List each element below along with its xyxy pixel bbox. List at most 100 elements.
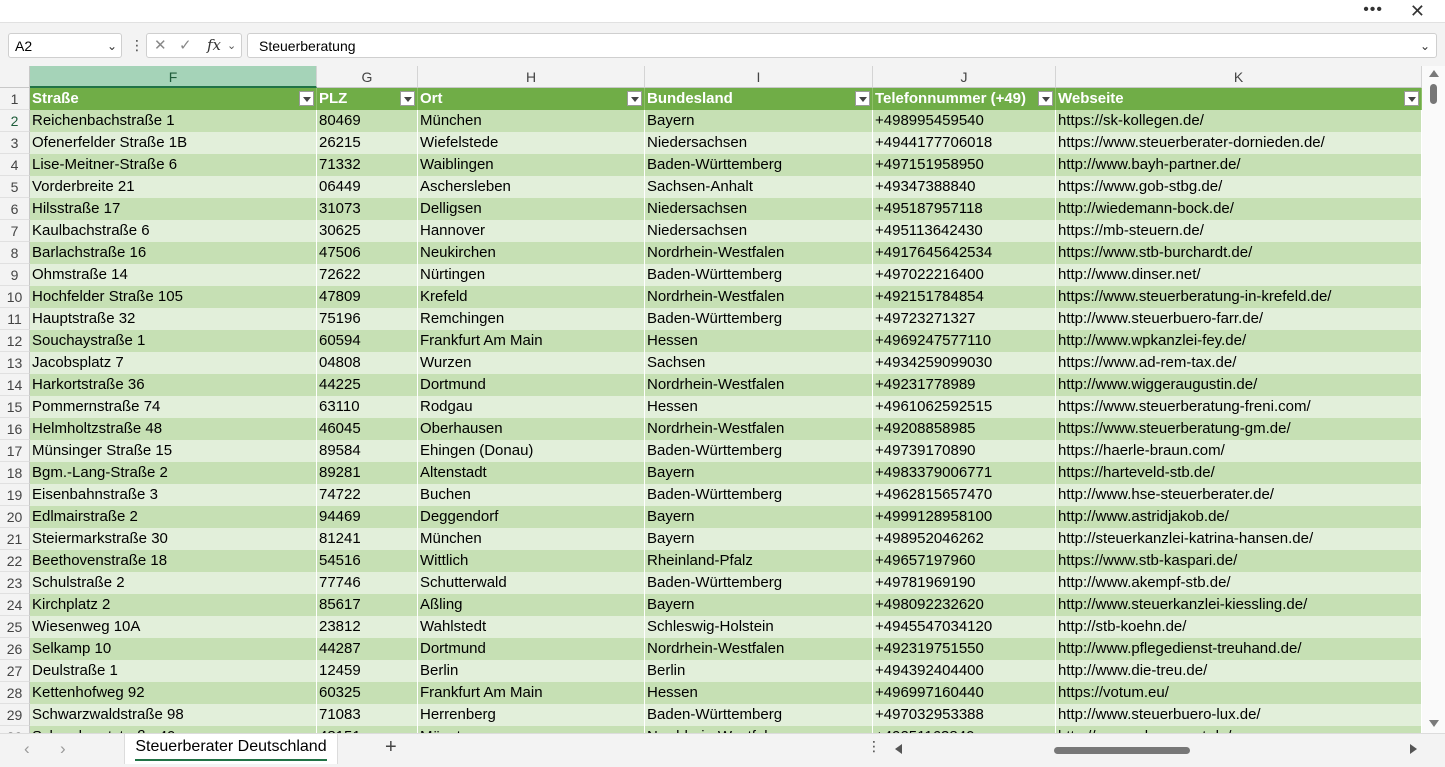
table-cell[interactable]: 23812 (317, 616, 418, 638)
table-cell[interactable]: 94469 (317, 506, 418, 528)
table-cell[interactable]: 71332 (317, 154, 418, 176)
table-cell[interactable]: Schutterwald (418, 572, 645, 594)
table-cell[interactable]: +498952046262 (873, 528, 1056, 550)
table-cell[interactable]: +4962815657470 (873, 484, 1056, 506)
table-cell[interactable]: Altenstadt (418, 462, 645, 484)
table-cell[interactable]: Nordrhein-Westfalen (645, 242, 873, 264)
table-cell[interactable]: +49739170890 (873, 440, 1056, 462)
table-cell[interactable]: http://www.dinser.net/ (1056, 264, 1422, 286)
filter-dropdown-icon[interactable] (299, 91, 314, 106)
table-cell[interactable]: Delligsen (418, 198, 645, 220)
column-header-k[interactable]: K (1056, 66, 1422, 88)
table-cell[interactable]: http://www.steuerkanzlei-kiessling.de/ (1056, 594, 1422, 616)
table-cell[interactable]: +49781969190 (873, 572, 1056, 594)
table-cell[interactable]: 26215 (317, 132, 418, 154)
table-cell[interactable]: Neukirchen (418, 242, 645, 264)
table-cell[interactable]: 85617 (317, 594, 418, 616)
table-cell[interactable]: Barlachstraße 16 (30, 242, 317, 264)
table-cell[interactable]: 72622 (317, 264, 418, 286)
scroll-down-icon[interactable] (1429, 720, 1439, 727)
table-cell[interactable]: Baden-Württemberg (645, 264, 873, 286)
table-cell[interactable]: Herrenberg (418, 704, 645, 726)
table-cell[interactable]: Nordrhein-Westfalen (645, 374, 873, 396)
table-cell[interactable]: 04808 (317, 352, 418, 374)
table-cell[interactable]: 46045 (317, 418, 418, 440)
table-cell[interactable]: Eisenbahnstraße 3 (30, 484, 317, 506)
table-cell[interactable]: Vorderbreite 21 (30, 176, 317, 198)
filter-dropdown-icon[interactable] (400, 91, 415, 106)
row-header[interactable]: 11 (0, 308, 30, 330)
table-cell[interactable]: Ofenerfelder Straße 1B (30, 132, 317, 154)
row-header[interactable]: 21 (0, 528, 30, 550)
table-cell[interactable]: Waiblingen (418, 154, 645, 176)
table-cell[interactable]: +497151958950 (873, 154, 1056, 176)
table-cell[interactable]: Schamhorststraße 40 (30, 726, 317, 733)
table-cell[interactable]: 89584 (317, 440, 418, 462)
close-icon[interactable]: ✕ (1410, 0, 1425, 22)
table-cell[interactable]: Remchingen (418, 308, 645, 330)
table-cell[interactable]: http://www.wiggeraugustin.de/ (1056, 374, 1422, 396)
table-cell[interactable]: 71083 (317, 704, 418, 726)
table-cell[interactable]: +494392404400 (873, 660, 1056, 682)
table-cell[interactable]: Deulstraße 1 (30, 660, 317, 682)
table-cell[interactable]: +492151784854 (873, 286, 1056, 308)
table-cell[interactable]: Ohmstraße 14 (30, 264, 317, 286)
table-cell[interactable]: Edlmairstraße 2 (30, 506, 317, 528)
table-cell[interactable]: Bayern (645, 110, 873, 132)
table-cell[interactable]: Harkortstraße 36 (30, 374, 317, 396)
table-cell[interactable]: Baden-Württemberg (645, 440, 873, 462)
table-cell[interactable]: Helmholtzstraße 48 (30, 418, 317, 440)
table-cell[interactable]: +492319751550 (873, 638, 1056, 660)
table-cell[interactable]: Bayern (645, 528, 873, 550)
table-cell[interactable]: Selkamp 10 (30, 638, 317, 660)
table-cell[interactable]: +497032953388 (873, 704, 1056, 726)
table-cell[interactable]: Oberhausen (418, 418, 645, 440)
table-cell[interactable]: 74722 (317, 484, 418, 506)
row-header[interactable]: 29 (0, 704, 30, 726)
table-cell[interactable]: +49723271327 (873, 308, 1056, 330)
header-cell[interactable]: Ort (418, 88, 645, 110)
table-cell[interactable]: https://www.stb-burchardt.de/ (1056, 242, 1422, 264)
cancel-icon[interactable]: ✕ (154, 36, 167, 54)
table-cell[interactable]: http://steuerkanzlei-katrina-hansen.de/ (1056, 528, 1422, 550)
row-header[interactable]: 22 (0, 550, 30, 572)
table-cell[interactable]: Reichenbachstraße 1 (30, 110, 317, 132)
row-header[interactable]: 30 (0, 726, 30, 733)
table-cell[interactable]: Buchen (418, 484, 645, 506)
table-cell[interactable]: http://www.pflegedienst-treuhand.de/ (1056, 638, 1422, 660)
table-cell[interactable]: Hessen (645, 396, 873, 418)
table-cell[interactable]: https://sk-kollegen.de/ (1056, 110, 1422, 132)
formula-bar-handle-icon[interactable]: ⋮ (130, 37, 144, 54)
row-header[interactable]: 4 (0, 154, 30, 176)
table-cell[interactable]: Hilsstraße 17 (30, 198, 317, 220)
chevron-down-icon[interactable]: ⌄ (107, 34, 117, 59)
table-cell[interactable]: 81241 (317, 528, 418, 550)
table-cell[interactable]: +4944177706018 (873, 132, 1056, 154)
more-options-icon[interactable]: ••• (1363, 0, 1383, 20)
row-header[interactable]: 23 (0, 572, 30, 594)
table-cell[interactable]: https://votum.eu/ (1056, 682, 1422, 704)
vertical-scroll-thumb[interactable] (1430, 84, 1437, 104)
table-cell[interactable]: Jacobsplatz 7 (30, 352, 317, 374)
header-cell[interactable]: PLZ (317, 88, 418, 110)
row-header[interactable]: 16 (0, 418, 30, 440)
row-header[interactable]: 28 (0, 682, 30, 704)
table-cell[interactable]: 30625 (317, 220, 418, 242)
row-header[interactable]: 20 (0, 506, 30, 528)
table-cell[interactable]: http://www.wpkanzlei-fey.de/ (1056, 330, 1422, 352)
row-header[interactable]: 24 (0, 594, 30, 616)
table-cell[interactable]: 06449 (317, 176, 418, 198)
filter-dropdown-icon[interactable] (1038, 91, 1053, 106)
table-cell[interactable]: Niedersachsen (645, 220, 873, 242)
filter-dropdown-icon[interactable] (855, 91, 870, 106)
filter-dropdown-icon[interactable] (627, 91, 642, 106)
table-cell[interactable]: Frankfurt Am Main (418, 682, 645, 704)
table-cell[interactable]: http://www.advogarant.de/ (1056, 726, 1422, 733)
table-cell[interactable]: Kettenhofweg 92 (30, 682, 317, 704)
table-cell[interactable]: Nürtingen (418, 264, 645, 286)
row-header[interactable]: 5 (0, 176, 30, 198)
column-header-g[interactable]: G (317, 66, 418, 88)
table-cell[interactable]: Rodgau (418, 396, 645, 418)
row-header[interactable]: 19 (0, 484, 30, 506)
table-cell[interactable]: München (418, 528, 645, 550)
